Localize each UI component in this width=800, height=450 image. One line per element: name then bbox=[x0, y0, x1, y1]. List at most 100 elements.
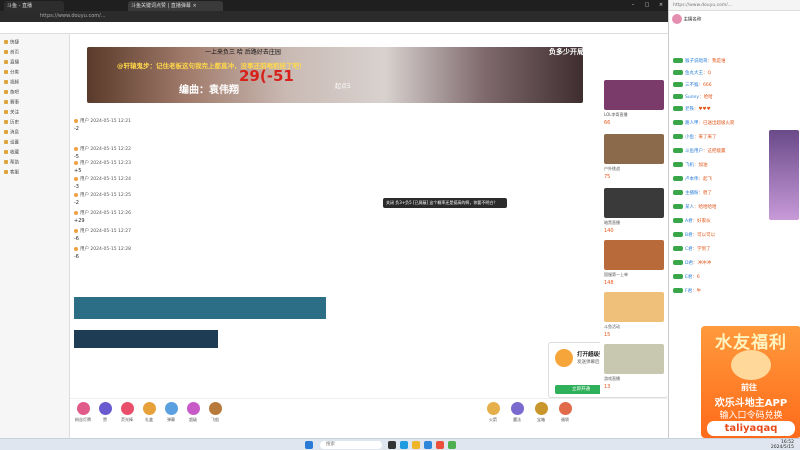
banner-title-mid: 猴就肯哥非大主播ch bbox=[271, 36, 346, 45]
maximize-icon[interactable]: □ bbox=[640, 0, 654, 11]
chat-message: 用户 2024-05-15 12:25 -2 bbox=[74, 192, 131, 206]
side-promo[interactable] bbox=[769, 130, 799, 220]
avatar bbox=[74, 246, 78, 251]
toast-message: 关闭 负3+负5 [已屏蔽] 这个概率还是挺高的啊，你要不明白？ bbox=[383, 198, 507, 208]
gift-icon bbox=[186, 402, 200, 415]
sidebar-item[interactable]: 视频 bbox=[4, 80, 19, 86]
taskbar-search[interactable]: 搜索 bbox=[320, 441, 382, 449]
browser-tab-2[interactable]: 斗鱼关键词点赞 | 直播弹幕 × bbox=[128, 1, 223, 11]
sidebar-item[interactable]: 设置 bbox=[4, 140, 19, 146]
app-icon[interactable] bbox=[436, 441, 444, 449]
ad-code[interactable]: taliyaqaq bbox=[707, 421, 795, 436]
sidebar-item[interactable]: 直播 bbox=[4, 60, 19, 66]
gift-item[interactable]: 福袋 bbox=[556, 402, 574, 423]
sidebar-item[interactable]: 快捷 bbox=[4, 40, 19, 46]
gift-item[interactable]: 荧光棒 bbox=[118, 402, 136, 423]
level-badge bbox=[673, 82, 683, 87]
start-icon[interactable] bbox=[305, 441, 313, 449]
address-bar[interactable]: https://www.douyu.com/... bbox=[0, 11, 668, 22]
recommend-thumb[interactable] bbox=[604, 344, 664, 374]
stream-banner: 猴到死都的斗炸? 猴就肯哥非大主播ch 猴哪要是一二面一时机 一上来负三 哈 后… bbox=[87, 36, 619, 103]
recommend-thumb[interactable] bbox=[604, 134, 664, 164]
sidebar-item[interactable]: 关注 bbox=[4, 110, 19, 116]
sidebar-item[interactable]: 首页 bbox=[4, 50, 19, 56]
chrome-icon[interactable] bbox=[448, 441, 456, 449]
store-icon[interactable] bbox=[424, 441, 432, 449]
level-badge bbox=[673, 134, 683, 139]
sidebar-item[interactable]: 历史 bbox=[4, 120, 19, 126]
right-address-bar[interactable]: https://www.douyu.com/... bbox=[669, 0, 800, 11]
danmu-line: F君：牛 bbox=[673, 288, 769, 296]
chat-message: 用户 2024-05-15 12:23 +5 bbox=[74, 160, 131, 174]
sidebar: 快捷 首页 直播 分类 视频 鱼吧 赛事 关注 历史 消息 设置 收藏 帮助 客… bbox=[0, 34, 70, 438]
danmu-line: B君：可以可以 bbox=[673, 232, 769, 240]
recommend-thumb[interactable] bbox=[604, 240, 664, 270]
taskbar-clock[interactable]: 16:52 2024/5/15 bbox=[771, 440, 794, 450]
sidebar-item[interactable]: 客服 bbox=[4, 170, 19, 176]
danmu-line: C君：学到了 bbox=[673, 246, 769, 254]
gift-item[interactable]: 魔法 bbox=[508, 402, 526, 423]
gift-item[interactable]: 粉丝灯牌 bbox=[74, 402, 92, 423]
screenshot-strip-2[interactable] bbox=[74, 330, 218, 348]
sidebar-item[interactable]: 收藏 bbox=[4, 150, 19, 156]
banner-line-4: 起点5 bbox=[335, 83, 351, 90]
level-badge bbox=[673, 288, 683, 293]
danmu-line: Sunny：哈哈 bbox=[673, 94, 769, 102]
recommend-thumb[interactable] bbox=[604, 292, 664, 322]
gift-item[interactable]: 礼盒 bbox=[140, 402, 158, 423]
danmu-list: 猴子说唱哥：我是谁 鱼丸大王：Q 三不猴：666 Sunny：哈哈 老铁：♥♥♥… bbox=[669, 40, 769, 320]
gift-icon bbox=[98, 402, 112, 415]
avatar bbox=[74, 160, 78, 165]
gift-item[interactable]: 飞船 bbox=[206, 402, 224, 423]
promo-ad[interactable]: 水友福利 前往 欢乐斗地主APP 输入口令码兑换 taliyaqaq bbox=[701, 326, 800, 438]
recommend-count: 75 bbox=[604, 174, 611, 180]
level-badge bbox=[673, 94, 683, 99]
gift-icon bbox=[164, 402, 178, 415]
danmu-line: 飞机：加油 bbox=[673, 162, 769, 170]
folder-icon[interactable] bbox=[412, 441, 420, 449]
recommend-title: 户外挑战 bbox=[604, 166, 620, 171]
danmu-line: 主播粉：稳了 bbox=[673, 190, 769, 198]
gift-item[interactable]: 火箭 bbox=[484, 402, 502, 423]
sidebar-item[interactable]: 帮助 bbox=[4, 160, 19, 166]
avatar bbox=[74, 118, 78, 123]
banner-line-3: 编曲：袁伟翔 bbox=[179, 85, 239, 96]
anchor-avatar bbox=[672, 14, 682, 24]
recommend-thumb[interactable] bbox=[604, 80, 664, 110]
chat-message: 用户 2024-05-15 12:27 -6 bbox=[74, 228, 131, 242]
level-badge bbox=[673, 246, 683, 251]
gift-item[interactable]: 赞 bbox=[96, 402, 114, 423]
gift-item[interactable]: 宝箱 bbox=[532, 402, 550, 423]
recommend-thumb[interactable] bbox=[604, 188, 664, 218]
screenshot-strip[interactable] bbox=[74, 297, 326, 319]
ad-line-2: 欢乐斗地主APP bbox=[714, 398, 788, 409]
page-header bbox=[0, 22, 668, 34]
item-icon bbox=[4, 110, 8, 114]
recommend-count: 66 bbox=[604, 120, 611, 126]
gift-icon bbox=[486, 402, 500, 415]
gift-item[interactable]: 超级 bbox=[184, 402, 202, 423]
sidebar-item[interactable]: 赛事 bbox=[4, 100, 19, 106]
avatar bbox=[74, 228, 78, 233]
close-icon[interactable]: × bbox=[654, 0, 668, 11]
recommend-title: 斗鱼活动 bbox=[604, 324, 620, 329]
chat-message: 用户 2024-05-15 12:28 -6 bbox=[74, 246, 131, 260]
sidebar-item[interactable]: 消息 bbox=[4, 130, 19, 136]
item-icon bbox=[4, 170, 8, 174]
edge-icon[interactable] bbox=[400, 441, 408, 449]
recommend-title: 国服第一上单 bbox=[604, 272, 628, 277]
item-icon bbox=[4, 130, 8, 134]
anchor-header: 主播名称 bbox=[669, 11, 800, 38]
main-content: 猴到死都的斗炸? 猴就肯哥非大主播ch 猴哪要是一二面一时机 一上来负三 哈 后… bbox=[70, 34, 668, 438]
taskview-icon[interactable] bbox=[388, 441, 396, 449]
danmu-line: D君：冲冲冲 bbox=[673, 260, 769, 268]
level-badge bbox=[673, 260, 683, 265]
browser-tab-1[interactable]: 斗鱼 - 直播 bbox=[4, 1, 64, 11]
chat-message: 用户 2024-05-15 12:24 -3 bbox=[74, 176, 131, 190]
sidebar-item[interactable]: 鱼吧 bbox=[4, 90, 19, 96]
danmu-line: 路人甲：已送出超级火箭 bbox=[673, 120, 769, 128]
sidebar-item[interactable]: 分类 bbox=[4, 70, 19, 76]
gift-item[interactable]: 弹幕 bbox=[162, 402, 180, 423]
minimize-icon[interactable]: – bbox=[626, 0, 640, 11]
level-badge bbox=[673, 106, 683, 111]
